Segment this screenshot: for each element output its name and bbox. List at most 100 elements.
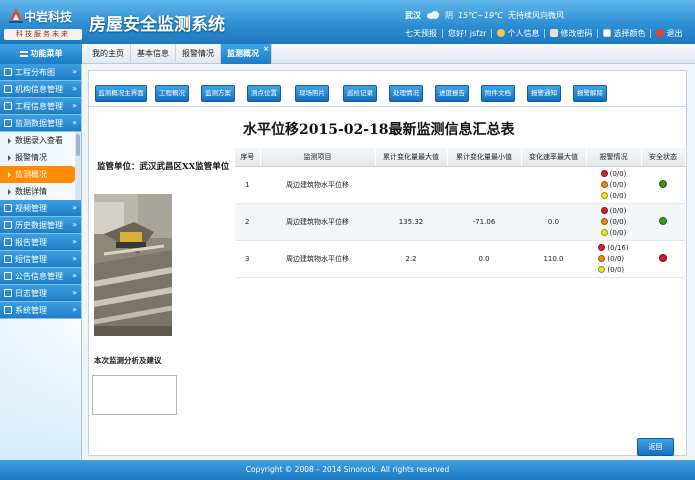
sidebar-item-project-map[interactable]: 工程分布图 » (0, 64, 81, 81)
alarm-line[interactable]: (0/0) (600, 216, 626, 227)
sidebar-item-sms[interactable]: 短信管理 » (0, 251, 81, 268)
monitoring-item: 周边建筑物水平位移 (260, 240, 375, 278)
alarm-count: (0/0) (609, 169, 627, 178)
alarm-status-cell: (0/0) (0/0) (0/0) (586, 166, 641, 204)
alarm-light-icon (600, 218, 608, 225)
page-tabs: 我的主页 基本信息 报警情况 监测概况 × (86, 44, 272, 64)
content-area: 监测概况主界面 工程概况 监测方案 测点位置 现场照片 巡检记录 处理情况 进度… (82, 64, 695, 460)
alarm-notice-button[interactable]: 报警通知 (527, 85, 561, 102)
monitoring-item: 周边建筑物水平位移 (260, 203, 375, 241)
alarm-line[interactable]: (0/0) (600, 227, 626, 238)
alarm-light-icon (598, 266, 606, 273)
overview-main-button[interactable]: 监测概况主界面 (95, 85, 147, 102)
inspection-records-button[interactable]: 巡检记录 (343, 85, 377, 102)
alarm-light-icon (600, 181, 608, 188)
point-location-button[interactable]: 测点位置 (247, 85, 281, 102)
sidebar: 工程分布图 » 机构信息管理 » 工程信息管理 » 监测数据管理 « 数据录入查看 报警… (0, 64, 82, 460)
tab-basic-info[interactable]: 基本信息 (131, 44, 176, 64)
sidebar-subitem-data-entry[interactable]: 数据录入查看 (0, 132, 81, 149)
alarm-release-button[interactable]: 报警解除 (573, 85, 607, 102)
scrollbar-thumb[interactable] (76, 134, 80, 156)
video-icon (4, 204, 12, 212)
alarm-line[interactable]: (0/0) (600, 168, 627, 179)
company-logo: 中岩科技 科技服务未来 (4, 4, 82, 40)
alarm-line[interactable]: (0/0) (598, 264, 624, 275)
alarm-list: (0/16) (0/0) (0/0) (598, 242, 629, 275)
alarm-line[interactable]: (0/0) (600, 190, 626, 201)
sidebar-subitem-alarm-status[interactable]: 报警情况 (0, 149, 81, 166)
column-header: 累计变化量最大值 (375, 148, 448, 167)
user-bar: 七天预报 您好! jsfzr 个人信息 修改密码 选择颜色 退出 (405, 27, 682, 39)
attachments-button[interactable]: 附件文档 (481, 85, 515, 102)
handling-status-button[interactable]: 处理情况 (389, 85, 423, 102)
app-title: 房屋安全监测系统 (89, 15, 225, 35)
sidebar-item-system[interactable]: 系统管理 » (0, 302, 81, 319)
weather-condition: 阴 (445, 10, 453, 20)
personal-info-label: 个人信息 (507, 28, 540, 38)
palette-icon (603, 29, 612, 37)
progress-report-button[interactable]: 进度报告 (435, 85, 469, 102)
site-photo[interactable] (94, 194, 172, 336)
company-name: 中岩科技 (24, 10, 73, 24)
sidebar-subitem-data-details[interactable]: 数据详情 (0, 183, 81, 200)
divider (650, 28, 652, 38)
cumulative-min: -71.06 (447, 203, 521, 241)
divider (491, 28, 493, 38)
supervision-unit-label: 监管单位：武汉武昌区XX监管单位 (97, 162, 230, 172)
chevron-down-icon: » (72, 237, 77, 246)
sidebar-item-monitoring-data[interactable]: 监测数据管理 « (0, 115, 81, 132)
tab-monitoring-overview-label: 监测概况 (227, 49, 259, 58)
alarm-line[interactable]: (0/0) (598, 253, 624, 264)
chevron-down-icon: » (72, 305, 77, 314)
alarm-count: (0/0) (609, 206, 627, 215)
monitoring-plan-button[interactable]: 监测方案 (201, 85, 235, 102)
sidebar-item-label: 系统管理 (15, 305, 47, 315)
site-photos-button[interactable]: 现场照片 (295, 85, 329, 102)
change-password-link[interactable]: 修改密码 (550, 28, 592, 39)
bullet-icon (8, 137, 11, 144)
column-header: 报警情况 (586, 148, 642, 167)
user-icon (497, 29, 506, 37)
sidebar-item-project-info[interactable]: 工程信息管理 » (0, 98, 81, 115)
safety-status-cell (641, 240, 685, 278)
report-icon (4, 238, 12, 246)
tab-monitoring-overview[interactable]: 监测概况 × (221, 44, 272, 64)
alarm-line[interactable]: (0/16) (598, 242, 629, 253)
row-number: 2 (235, 203, 260, 241)
menu-icon (19, 51, 28, 57)
table-row: 1 周边建筑物水平位移 (0/0) (0/0) (0/0) (235, 166, 685, 204)
column-header: 序号 (235, 148, 261, 167)
sidebar-item-org-info[interactable]: 机构信息管理 » (0, 81, 81, 98)
forecast-link[interactable]: 七天预报 (405, 28, 437, 39)
close-icon[interactable]: × (263, 45, 269, 53)
project-overview-button[interactable]: 工程概况 (155, 85, 189, 102)
alarm-line[interactable]: (0/0) (600, 179, 626, 190)
tab-my-home[interactable]: 我的主页 (86, 44, 131, 64)
alarm-status-cell: (0/16) (0/0) (0/0) (586, 240, 641, 278)
alarm-list: (0/0) (0/0) (0/0) (600, 168, 627, 201)
sidebar-subitem-monitoring-overview[interactable]: 监测概况 (0, 166, 81, 183)
sidebar-item-history-data[interactable]: 历史数据管理 » (0, 217, 81, 234)
sidebar-item-reports[interactable]: 报告管理 » (0, 234, 81, 251)
personal-info-link[interactable]: 个人信息 (497, 28, 539, 39)
analysis-advice-box[interactable] (92, 375, 177, 415)
logout-link[interactable]: 退出 (656, 28, 682, 39)
sidebar-item-label: 报告管理 (15, 237, 47, 247)
sidebar-item-logs[interactable]: 日志管理 » (0, 285, 81, 302)
safety-status-icon (659, 216, 667, 225)
back-button[interactable]: 返回 (637, 438, 674, 456)
table-row: 2 周边建筑物水平位移 135.32 -71.06 0.0 (0/0) (0/0) (0/0) (235, 203, 685, 241)
sidebar-item-announcements[interactable]: 公告信息管理 » (0, 268, 81, 285)
tab-alarm-status[interactable]: 报警情况 (176, 44, 221, 64)
sidebar-item-video[interactable]: 视频管理 » (0, 200, 81, 217)
divider (544, 28, 546, 38)
choose-color-link[interactable]: 选择颜色 (603, 28, 645, 39)
power-icon (656, 29, 665, 37)
alarm-light-icon (600, 207, 608, 214)
alarm-count: (0/0) (607, 265, 625, 274)
cumulative-max (375, 166, 447, 204)
choose-color-label: 选择颜色 (613, 28, 646, 38)
alarm-line[interactable]: (0/0) (600, 205, 627, 216)
sidebar-item-label: 视频管理 (15, 203, 47, 213)
weather-temperature: 15℃~19℃ (458, 10, 504, 20)
